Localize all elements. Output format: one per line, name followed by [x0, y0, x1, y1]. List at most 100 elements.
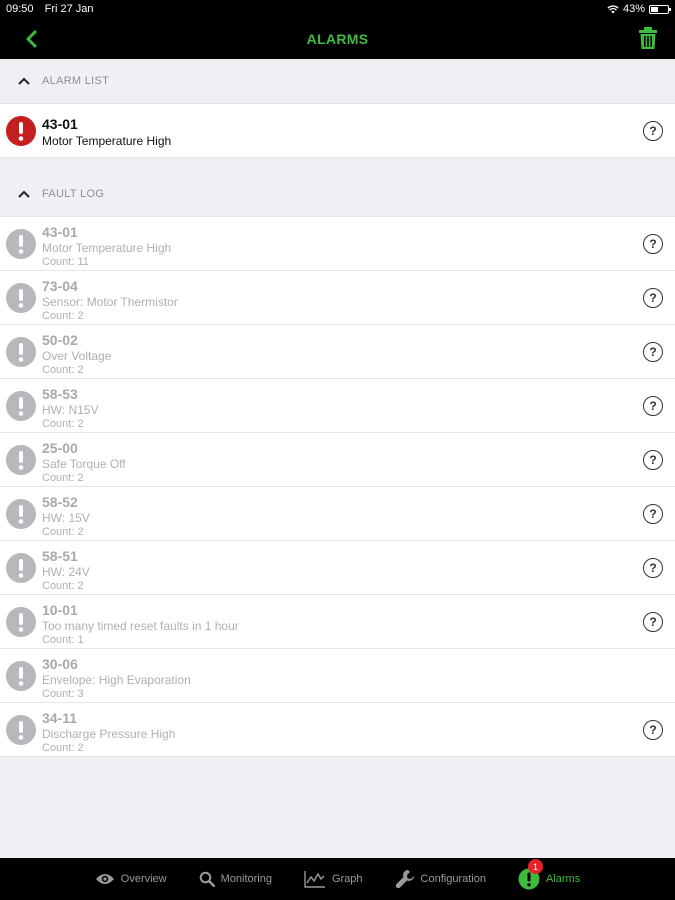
fault-code: 58-53: [42, 386, 78, 402]
alert-icon: [6, 229, 36, 259]
fault-count: Count: 2: [42, 472, 84, 484]
search-icon: [199, 871, 221, 887]
fault-count: Count: 2: [42, 418, 84, 430]
help-icon[interactable]: ?: [643, 450, 663, 470]
fault-description: Sensor: Motor Thermistor: [42, 295, 178, 309]
fault-description: Motor Temperature High: [42, 241, 172, 255]
fault-description: Too many timed reset faults in 1 hour: [42, 619, 239, 633]
alert-icon: [6, 553, 36, 583]
chevron-up-icon: [18, 190, 30, 198]
tab-label: Alarms: [545, 873, 581, 885]
fault-row[interactable]: 30-06 Envelope: High Evaporation Count: …: [0, 649, 675, 703]
alarm-list-title: ALARM LIST: [42, 75, 110, 87]
fault-count: Count: 2: [42, 526, 84, 538]
fault-description: Over Voltage: [42, 349, 112, 363]
alarm-row[interactable]: 43-01 Motor Temperature High ?: [0, 104, 675, 158]
alarm-list: 43-01 Motor Temperature High ?: [0, 103, 675, 158]
tab-configuration[interactable]: Configuration: [395, 869, 486, 889]
fault-row[interactable]: 10-01 Too many timed reset faults in 1 h…: [0, 595, 675, 649]
fault-description: HW: 24V: [42, 565, 90, 579]
help-icon[interactable]: ?: [643, 720, 663, 740]
fault-code: 30-06: [42, 656, 78, 672]
alarm-code: 43-01: [42, 116, 78, 132]
fault-count: Count: 2: [42, 364, 84, 376]
tab-graph[interactable]: Graph: [304, 870, 363, 888]
fault-row[interactable]: 50-02 Over Voltage Count: 2 ?: [0, 325, 675, 379]
tab-label: Monitoring: [220, 873, 272, 885]
fault-row[interactable]: 34-11 Discharge Pressure High Count: 2 ?: [0, 703, 675, 757]
status-time: 09:50: [6, 3, 34, 15]
fault-count: Count: 2: [42, 310, 84, 322]
fault-code: 43-01: [42, 224, 78, 240]
status-bar: 09:50 Fri 27 Jan 43%: [0, 0, 675, 18]
alert-icon: [6, 607, 36, 637]
battery-fill: [651, 6, 658, 12]
fault-code: 34-11: [42, 710, 78, 726]
alarm-list-header[interactable]: ALARM LIST: [0, 59, 675, 103]
fault-row[interactable]: 58-53 HW: N15V Count: 2 ?: [0, 379, 675, 433]
alarm-count-badge: 1: [527, 859, 543, 874]
chevron-left-icon[interactable]: [22, 28, 42, 50]
help-icon[interactable]: ?: [643, 121, 663, 141]
fault-log-title: FAULT LOG: [42, 188, 105, 200]
page-title: ALARMS: [306, 30, 369, 47]
fault-description: Safe Torque Off: [42, 457, 126, 471]
help-icon[interactable]: ?: [643, 504, 663, 524]
fault-code: 58-51: [42, 548, 78, 564]
tab-monitoring[interactable]: Monitoring: [199, 871, 272, 887]
trash-icon[interactable]: [637, 26, 659, 50]
fault-description: Discharge Pressure High: [42, 727, 176, 741]
wrench-icon: [395, 869, 421, 889]
fault-count: Count: 11: [42, 256, 89, 268]
fault-log-header[interactable]: FAULT LOG: [0, 172, 675, 216]
fault-row[interactable]: 25-00 Safe Torque Off Count: 2 ?: [0, 433, 675, 487]
battery-icon: [649, 4, 671, 14]
fault-code: 73-04: [42, 278, 78, 294]
help-icon[interactable]: ?: [643, 234, 663, 254]
fault-description: HW: 15V: [42, 511, 90, 525]
help-icon[interactable]: ?: [643, 342, 663, 362]
fault-code: 50-02: [42, 332, 78, 348]
tab-alarms[interactable]: 1 Alarms: [518, 859, 581, 890]
fault-description: Envelope: High Evaporation: [42, 673, 191, 687]
alert-icon: [6, 661, 36, 691]
fault-row[interactable]: 43-01 Motor Temperature High Count: 11 ?: [0, 217, 675, 271]
tab-overview[interactable]: Overview: [95, 872, 167, 886]
tab-label: Configuration: [420, 873, 486, 885]
fault-description: HW: N15V: [42, 403, 99, 417]
help-icon[interactable]: ?: [643, 612, 663, 632]
tab-label: Graph: [331, 873, 363, 885]
fault-count: Count: 2: [42, 580, 84, 592]
tab-bar: Overview Monitoring Graph Configuration 1 Ala…: [0, 858, 675, 900]
fault-count: Count: 3: [42, 688, 84, 700]
fault-row[interactable]: 58-51 HW: 24V Count: 2 ?: [0, 541, 675, 595]
fault-count: Count: 2: [42, 742, 84, 754]
status-left: 09:50 Fri 27 Jan: [6, 3, 102, 15]
alert-icon: [6, 445, 36, 475]
chevron-up-icon: [18, 77, 30, 85]
help-icon[interactable]: ?: [643, 396, 663, 416]
battery-percent: 43%: [622, 3, 645, 15]
wifi-icon: [607, 4, 619, 13]
status-right: 43%: [607, 3, 671, 15]
fault-row[interactable]: 73-04 Sensor: Motor Thermistor Count: 2 …: [0, 271, 675, 325]
alarm-description: Motor Temperature High: [42, 134, 172, 148]
fault-row[interactable]: 58-52 HW: 15V Count: 2 ?: [0, 487, 675, 541]
alert-icon: [6, 715, 36, 745]
alert-icon: [6, 499, 36, 529]
alert-icon: [6, 337, 36, 367]
fault-code: 58-52: [42, 494, 78, 510]
fault-log-list: 43-01 Motor Temperature High Count: 11 ?…: [0, 216, 675, 757]
alert-icon: [6, 283, 36, 313]
alert-icon: [6, 391, 36, 421]
fault-code: 10-01: [42, 602, 78, 618]
fault-code: 25-00: [42, 440, 78, 456]
graph-icon: [304, 870, 332, 888]
status-date: Fri 27 Jan: [44, 3, 94, 15]
help-icon[interactable]: ?: [643, 288, 663, 308]
nav-bar: ALARMS: [0, 18, 675, 59]
help-icon[interactable]: ?: [643, 558, 663, 578]
eye-icon: [95, 872, 121, 886]
tab-label: Overview: [120, 873, 167, 885]
alert-icon: [6, 116, 36, 146]
